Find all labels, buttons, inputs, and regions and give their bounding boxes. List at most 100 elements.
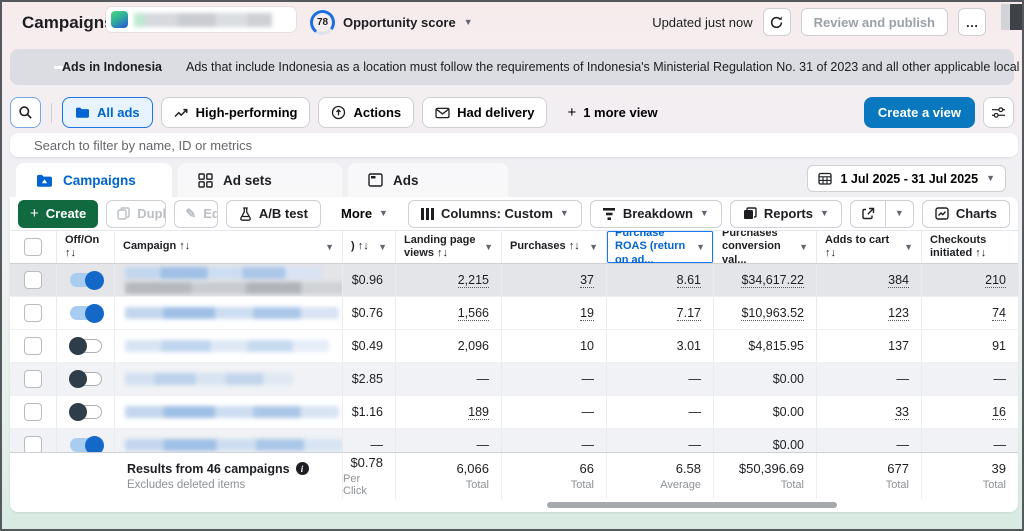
row-checkbox[interactable] — [24, 304, 42, 322]
flask-icon — [239, 207, 252, 221]
campaign-toggle[interactable] — [70, 339, 102, 353]
table-header: Off/On ↑↓ Campaign ↑↓▼ ) ↑↓▼ Landing pag… — [10, 230, 1018, 264]
metric-link[interactable]: 1,566 — [458, 306, 489, 321]
select-all-checkbox[interactable] — [24, 238, 42, 256]
pencil-icon: ✎ — [185, 206, 196, 222]
row-checkbox[interactable] — [24, 271, 42, 289]
metric-link[interactable]: 384 — [888, 273, 909, 288]
campaign-name-redacted[interactable] — [115, 363, 343, 395]
edit-button[interactable]: ✎ Edit — [175, 201, 218, 227]
row-checkbox[interactable] — [24, 436, 42, 452]
table-body: $0.96 2,215 37 8.61 $34,617.22 384 210 $… — [10, 264, 1018, 452]
campaign-name-redacted[interactable] — [115, 330, 343, 362]
col-purchases-conversion-value[interactable]: Purchases conversion val...▼ — [714, 231, 817, 263]
row-checkbox[interactable] — [24, 337, 42, 355]
score-label: Opportunity score — [343, 15, 456, 30]
campaign-toggle[interactable] — [70, 306, 102, 320]
metric-link[interactable]: 33 — [895, 405, 909, 420]
campaign-name-redacted[interactable] — [115, 396, 343, 428]
metric-link[interactable]: 210 — [985, 273, 1006, 288]
view-all-ads[interactable]: All ads — [62, 97, 153, 128]
filter-settings-button[interactable] — [983, 97, 1014, 128]
columns-button[interactable]: Columns: Custom ▼ — [408, 200, 582, 228]
col-purchase-roas[interactable]: Purchase ROAS (return on ad...▼ — [607, 231, 714, 263]
col-checkouts-initiated[interactable]: Checkouts initiated ↑↓ — [922, 231, 1018, 263]
col-adds-to-cart[interactable]: Adds to cart ↑↓▼ — [817, 231, 922, 263]
metric-link[interactable]: 8.61 — [677, 273, 701, 288]
scrollbar-thumb[interactable] — [547, 502, 837, 508]
col-landing-page-views[interactable]: Landing page views ↑↓▼ — [396, 231, 502, 263]
view-high-performing[interactable]: High-performing — [161, 97, 311, 128]
export-icon — [861, 207, 875, 221]
metric-link[interactable]: 19 — [580, 306, 594, 321]
view-actions[interactable]: Actions — [318, 97, 414, 128]
metric-link[interactable]: 123 — [888, 306, 909, 321]
chevron-down-icon: ▼ — [323, 243, 334, 252]
col-purchases[interactable]: Purchases ↑↓▼ — [502, 231, 607, 263]
chevron-down-icon: ▼ — [895, 209, 904, 218]
summary-value: 66 — [580, 461, 594, 476]
summary-value: 6.58 — [676, 461, 701, 476]
export-button[interactable] — [851, 201, 885, 227]
table-row[interactable]: $1.16 189 — — $0.00 33 16 — [10, 396, 1018, 429]
table-search-input[interactable] — [10, 133, 1018, 157]
indonesia-ads-banner: Ads in Indonesia Ads that include Indone… — [10, 49, 1014, 85]
table-row[interactable]: $0.96 2,215 37 8.61 $34,617.22 384 210 — [10, 264, 1018, 297]
col-cpc-truncated[interactable]: ) ↑↓▼ — [343, 231, 396, 263]
campaign-toggle[interactable] — [70, 372, 102, 386]
reports-button[interactable]: Reports ▼ — [730, 200, 842, 228]
tab-ad-sets[interactable]: Ad sets — [178, 163, 342, 197]
results-count: Results from 46 campaigns — [127, 462, 290, 476]
campaign-toggle[interactable] — [70, 273, 102, 287]
campaign-name-redacted[interactable] — [115, 429, 343, 452]
refresh-button[interactable] — [763, 8, 791, 36]
duplicate-button[interactable]: Duplicate — [107, 201, 166, 227]
charts-button[interactable]: Charts — [922, 200, 1010, 228]
row-checkbox[interactable] — [24, 403, 42, 421]
table-row[interactable]: $0.76 1,566 19 7.17 $10,963.52 123 74 — [10, 297, 1018, 330]
metric-link[interactable]: $34,617.22 — [741, 273, 804, 288]
col-campaign[interactable]: Campaign ↑↓▼ — [115, 231, 343, 263]
metric-link[interactable]: 37 — [580, 273, 594, 288]
more-options-button[interactable]: … — [958, 8, 986, 36]
row-checkbox[interactable] — [24, 370, 42, 388]
date-range-picker[interactable]: 1 Jul 2025 - 31 Jul 2025 ▼ — [807, 165, 1006, 192]
table-row[interactable]: $2.85 — — — $0.00 — — — [10, 363, 1018, 396]
metric-link[interactable]: 2,215 — [458, 273, 489, 288]
one-more-view-button[interactable]: + 1 more view — [555, 97, 669, 128]
opportunity-score[interactable]: 78 Opportunity score ▼ — [310, 10, 473, 35]
account-selector[interactable] — [106, 7, 296, 32]
metric-link[interactable]: 74 — [992, 306, 1006, 321]
metric-link[interactable]: 7.17 — [677, 306, 701, 321]
campaign-name-redacted[interactable] — [115, 297, 343, 329]
chevron-down-icon: ▼ — [694, 243, 705, 252]
summary-value: 39 — [992, 461, 1006, 476]
banner-title: Ads in Indonesia — [62, 60, 162, 74]
tab-campaigns[interactable]: Campaigns — [16, 163, 172, 197]
tab-ads[interactable]: Ads — [348, 163, 508, 197]
score-value: 78 — [313, 13, 332, 32]
col-off-on[interactable]: Off/On ↑↓ — [57, 231, 115, 263]
create-a-view-button[interactable]: Create a view — [864, 97, 975, 128]
summary-value: 677 — [887, 461, 909, 476]
metric-link[interactable]: $10,963.52 — [741, 306, 804, 321]
trend-icon — [174, 107, 189, 119]
campaign-toggle[interactable] — [70, 405, 102, 419]
metric-link[interactable]: 189 — [468, 405, 489, 420]
view-had-delivery[interactable]: Had delivery — [422, 97, 547, 128]
campaign-name-redacted[interactable] — [115, 264, 343, 296]
metric-link[interactable]: 16 — [992, 405, 1006, 420]
info-icon[interactable]: i — [296, 462, 309, 475]
search-filter-button[interactable] — [10, 97, 41, 128]
table-row[interactable]: — — — — $0.00 — — — [10, 429, 1018, 452]
table-row[interactable]: $0.49 2,096 10 3.01 $4,815.95 137 91 — [10, 330, 1018, 363]
review-and-publish-button[interactable]: Review and publish — [801, 8, 948, 36]
campaign-toggle[interactable] — [70, 438, 102, 452]
more-menu-button[interactable]: More ▼ — [329, 200, 400, 228]
breakdown-button[interactable]: Breakdown ▼ — [590, 200, 722, 228]
export-dropdown[interactable]: ▼ — [885, 201, 913, 227]
chevron-down-icon: ▼ — [587, 243, 598, 252]
ab-test-button[interactable]: A/B test — [226, 200, 321, 228]
create-button[interactable]: + Create — [18, 200, 98, 228]
chevron-down-icon: ▼ — [797, 243, 808, 252]
